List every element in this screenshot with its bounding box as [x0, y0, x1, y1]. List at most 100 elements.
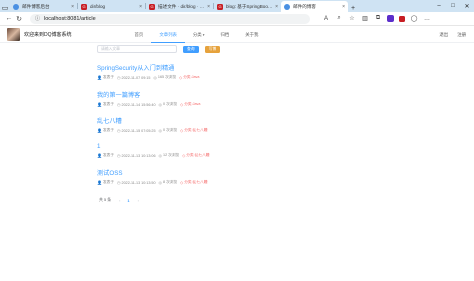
article-author: 发表于: [102, 128, 115, 132]
maximize-icon[interactable]: □: [446, 3, 460, 9]
gitee-extension-icon[interactable]: [399, 15, 405, 22]
user-icon: 👤: [97, 128, 102, 133]
top-nav: 首页 文章列表 分类▾ 归档 关于我: [127, 27, 267, 43]
gitee-icon: G: [149, 3, 155, 10]
search-button[interactable]: 查询: [183, 45, 199, 53]
tab-label: 邮件的博客: [293, 3, 316, 9]
chevron-down-icon: ▾: [202, 32, 205, 37]
browser-tab-strip: ▭ 邮件博客后台 × G dir/blog × G 描述文件 · dir/blo…: [0, 0, 474, 12]
refresh-icon[interactable]: ↻: [14, 15, 24, 23]
more-icon[interactable]: …: [423, 16, 431, 22]
site-title: 欢迎来到DQ博客系统: [24, 32, 72, 38]
eye-icon: ◎: [158, 102, 163, 107]
url-field[interactable]: ⓘ localhost:8081/article: [30, 13, 310, 24]
article-author: 发表于: [102, 153, 115, 157]
article-title[interactable]: 测试OSS: [97, 168, 207, 177]
close-icon[interactable]: ×: [139, 4, 142, 10]
browser-tab-2[interactable]: G dir/blog ×: [78, 1, 145, 12]
article-date: 2022-11-13 10:13:50: [121, 180, 156, 185]
back-icon[interactable]: ←: [4, 15, 14, 22]
avatar: [7, 28, 20, 41]
article-meta: 👤 发表于 ◷ 2022-11-13 10:13:50 ◎ 8 次浏览 ◇ 分类…: [97, 180, 207, 185]
globe-icon: [284, 3, 290, 10]
tab-label: 邮件博客后台: [22, 3, 50, 9]
register-link[interactable]: 注册: [457, 32, 466, 38]
article-views: 165 次浏览: [157, 75, 177, 79]
tab-label: blog: 基于SpringBoot + Vu: [226, 3, 274, 9]
search-bar: 请输入文章 查询 写博: [97, 45, 221, 53]
eye-icon: ◎: [153, 75, 157, 80]
pagination: 共 5 条 ‹ 1 ›: [99, 197, 139, 203]
article-meta: 👤 发表于 ◷ 2022-11-07 09:15 ◎ 165 次浏览 ◇ 分类:…: [97, 75, 199, 80]
close-icon[interactable]: ×: [275, 4, 278, 10]
user-icon: 👤: [97, 102, 102, 107]
translate-icon[interactable]: A: [322, 16, 330, 22]
nav-about[interactable]: 关于我: [237, 27, 266, 43]
profile-icon[interactable]: ◯: [410, 15, 418, 22]
close-icon[interactable]: ×: [207, 4, 210, 10]
clock-icon: ◷: [117, 75, 121, 80]
header-actions: 退出 注册: [439, 32, 466, 38]
gitee-icon: G: [217, 3, 223, 10]
nav-archive[interactable]: 归档: [212, 27, 237, 43]
list-item: 乱七八糟 👤 发表于 ◷ 2022-11-15 07:05:25 ◎ 0 次浏览…: [97, 116, 207, 133]
nav-category[interactable]: 分类▾: [185, 27, 213, 43]
nav-article-list[interactable]: 文章列表: [151, 27, 185, 43]
list-item: 1 👤 发表于 ◷ 2022-11-13 10:13:06 ◎ 12 次浏览 ◇…: [97, 143, 209, 158]
browser-tab-4[interactable]: G blog: 基于SpringBoot + Vu ×: [214, 1, 281, 12]
clock-icon: ◷: [117, 153, 121, 158]
list-item: 我的第一篇博客 👤 发表于 ◷ 2022-11-14 15:56:40 ◎ 0 …: [97, 90, 200, 107]
collections-icon[interactable]: ⧉: [374, 15, 382, 22]
url-text: localhost:8081/article: [44, 15, 96, 22]
article-date: 2022-11-07 09:15: [121, 75, 151, 80]
browser-tab-1[interactable]: 邮件博客后台 ×: [10, 1, 77, 12]
extension-icon[interactable]: [387, 15, 394, 22]
close-window-icon[interactable]: ✕: [460, 3, 474, 10]
logout-link[interactable]: 退出: [439, 32, 448, 38]
tag-icon: ◇: [182, 153, 186, 158]
article-category[interactable]: 分类:乱七八糟: [184, 128, 207, 133]
article-category[interactable]: 分类:乱七八糟: [186, 153, 209, 158]
site-header: 欢迎来到DQ博客系统 首页 文章列表 分类▾ 归档 关于我 退出 注册: [0, 27, 474, 43]
article-title[interactable]: 我的第一篇博客: [97, 90, 200, 99]
nav-home[interactable]: 首页: [127, 27, 152, 43]
user-icon: 👤: [97, 153, 102, 158]
address-bar: ← ↻ ⓘ localhost:8081/article A ⌕ ☆ ▥ ⧉ ◯…: [0, 12, 474, 26]
close-icon[interactable]: ×: [71, 4, 74, 10]
favorite-icon[interactable]: ☆: [348, 15, 356, 22]
eye-icon: ◎: [158, 153, 163, 158]
article-meta: 👤 发表于 ◷ 2022-11-14 15:56:40 ◎ 0 次浏览 ◇ 分类…: [97, 102, 200, 107]
search-input[interactable]: 请输入文章: [97, 45, 177, 53]
zoom-icon[interactable]: ⌕: [335, 15, 343, 22]
minimize-icon[interactable]: –: [432, 3, 446, 9]
browser-tab-5-active[interactable]: 邮件的博客 ×: [281, 1, 348, 12]
clock-icon: ◷: [117, 180, 121, 185]
article-author: 发表于: [102, 75, 115, 79]
article-category[interactable]: 分类:乱七八糟: [184, 180, 207, 185]
page-number-button[interactable]: 1: [127, 198, 129, 203]
article-date: 2022-11-14 15:56:40: [121, 102, 156, 107]
article-title[interactable]: SpringSecurity从入门到精通: [97, 63, 199, 72]
article-category[interactable]: 分类:Java: [183, 75, 199, 80]
article-category[interactable]: 分类:Java: [184, 102, 200, 107]
tab-actions-icon[interactable]: ▭: [0, 4, 10, 12]
eye-icon: ◎: [158, 128, 163, 133]
article-views: 0 次浏览: [163, 102, 178, 106]
tab-label: dir/blog: [90, 4, 106, 9]
article-views: 0 次浏览: [163, 128, 178, 132]
close-icon[interactable]: ×: [342, 4, 345, 10]
article-author: 发表于: [102, 180, 115, 184]
extensions-icon[interactable]: ▥: [361, 15, 369, 22]
list-item: 测试OSS 👤 发表于 ◷ 2022-11-13 10:13:50 ◎ 8 次浏…: [97, 168, 207, 185]
write-blog-button[interactable]: 写博: [204, 45, 221, 53]
article-author: 发表于: [102, 102, 115, 106]
browser-tab-3[interactable]: G 描述文件 · dir/blog · Gite ×: [146, 1, 213, 12]
article-title[interactable]: 1: [97, 143, 209, 150]
article-title[interactable]: 乱七八糟: [97, 116, 207, 125]
article-meta: 👤 发表于 ◷ 2022-11-13 10:13:06 ◎ 12 次浏览 ◇ 分…: [97, 153, 209, 158]
user-icon: 👤: [97, 180, 102, 185]
prev-page-button[interactable]: ‹: [119, 198, 120, 203]
new-tab-icon[interactable]: +: [348, 5, 358, 12]
window-controls: – □ ✕: [432, 0, 474, 12]
next-page-button[interactable]: ›: [138, 198, 139, 203]
